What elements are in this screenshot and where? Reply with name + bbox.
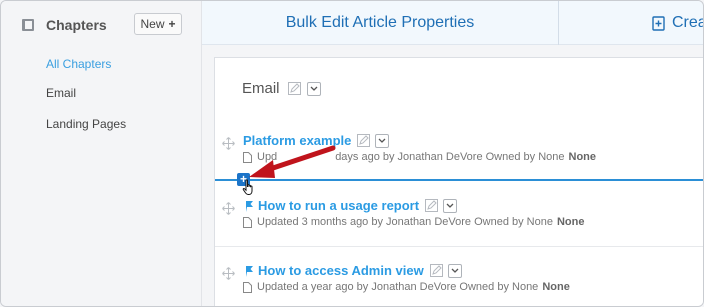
book-icon: [21, 18, 35, 32]
chevron-down-icon: [451, 268, 459, 273]
bulk-edit-button[interactable]: Bulk Edit Article Properties: [202, 1, 559, 45]
chevron-down-icon: [378, 138, 386, 143]
article-meta-text: Updated a year ago by Jonathan DeVore Ow…: [257, 281, 539, 293]
sidebar-header: Chapters: [21, 15, 107, 35]
sidebar-item-email[interactable]: Email: [46, 86, 76, 100]
drag-handle-icon[interactable]: [222, 202, 235, 220]
chapter-header: Email: [242, 80, 321, 97]
sidebar-item-all-chapters[interactable]: All Chapters: [46, 57, 111, 71]
create-button[interactable]: Crea: [652, 1, 704, 45]
article-owner: None: [556, 216, 585, 228]
article-meta: Updated 3 months ago by Jonathan DeVore …: [243, 216, 584, 228]
edit-icon[interactable]: [287, 82, 301, 95]
edit-icon[interactable]: [357, 134, 371, 147]
create-button-label: Crea: [672, 14, 704, 31]
document-icon: [243, 216, 252, 228]
article-meta-text: days ago by Jonathan DeVore Owned by Non…: [335, 151, 565, 163]
edit-icon[interactable]: [425, 199, 439, 212]
pin-icon: [246, 265, 253, 277]
drag-handle-icon[interactable]: [222, 267, 235, 285]
new-document-icon: [652, 15, 665, 31]
app-window: Chapters New + All Chapters Email Landin…: [0, 0, 704, 307]
row-divider: [215, 246, 703, 247]
annotation-arrow-icon: [249, 145, 336, 178]
plus-icon: +: [168, 17, 176, 31]
sidebar-item-landing-pages[interactable]: Landing Pages: [46, 117, 126, 131]
action-bar: Bulk Edit Article Properties Crea: [202, 1, 704, 45]
chapter-menu-dropdown[interactable]: [306, 81, 321, 96]
document-icon: [243, 281, 252, 293]
article-title-link[interactable]: How to access Admin view: [258, 263, 424, 278]
pin-icon: [246, 200, 253, 212]
article-menu-dropdown[interactable]: [443, 198, 458, 213]
article-title-link[interactable]: How to run a usage report: [258, 198, 419, 213]
chevron-down-icon: [310, 86, 317, 91]
chapters-sidebar: Chapters New + All Chapters Email Landin…: [1, 1, 202, 306]
article-meta-text: Updated 3 months ago by Jonathan DeVore …: [257, 216, 553, 228]
chevron-down-icon: [446, 203, 454, 208]
new-chapter-button[interactable]: New +: [134, 13, 182, 35]
article-owner: None: [542, 281, 570, 293]
article-meta: Updated a year ago by Jonathan DeVore Ow…: [243, 281, 570, 293]
sidebar-title: Chapters: [46, 17, 107, 33]
chapter-title: Email: [242, 80, 280, 97]
drag-handle-icon[interactable]: [222, 137, 235, 155]
article-title-row: How to run a usage report: [245, 198, 458, 213]
chapter-card: Email Platform example Upd days ago by J…: [214, 57, 703, 306]
article-title-row: How to access Admin view: [245, 263, 462, 278]
article-menu-dropdown[interactable]: [375, 133, 390, 148]
edit-icon[interactable]: [429, 264, 443, 277]
new-button-label: New: [140, 17, 165, 31]
article-menu-dropdown[interactable]: [447, 263, 462, 278]
article-owner: None: [568, 151, 597, 163]
